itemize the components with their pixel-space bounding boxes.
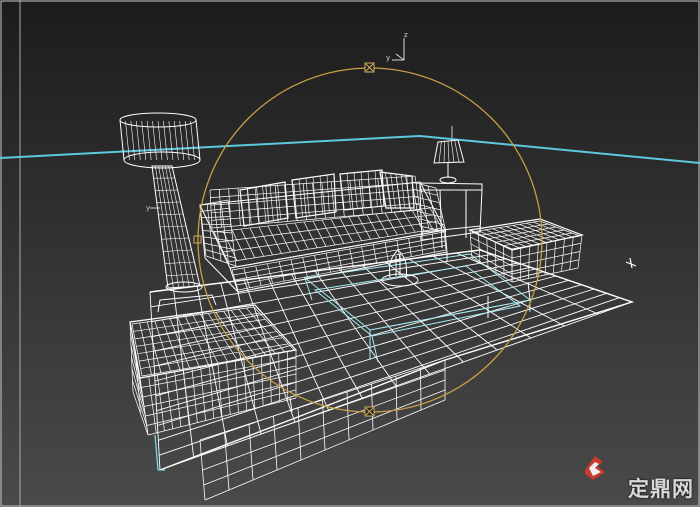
watermark-text: 定鼎网: [628, 477, 694, 501]
viewport-3d[interactable]: z y y 定鼎网: [0, 0, 700, 507]
viewport-canvas[interactable]: z y y: [0, 0, 700, 507]
axis-label-y: y: [386, 54, 390, 62]
watermark: 定鼎网: [596, 473, 694, 503]
local-axis-label-y: y: [146, 204, 150, 212]
axis-label-z: z: [404, 31, 408, 39]
